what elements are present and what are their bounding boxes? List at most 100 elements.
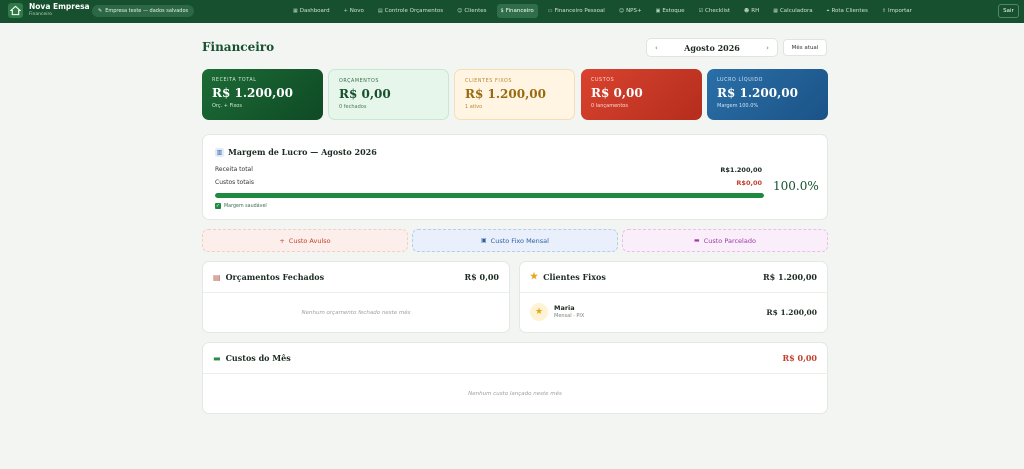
nav-label: Estoque: [662, 8, 685, 14]
stat-sub: Orç. + Fixos: [212, 103, 242, 109]
empty-message: Nenhum custo lançado neste mês: [468, 391, 562, 397]
star-icon: ★: [530, 303, 548, 321]
orcamentos-fechados-panel: ▤ Orçamentos Fechados R$ 0,00 Nenhum orç…: [202, 261, 510, 333]
box-icon: ▣: [655, 8, 661, 14]
cost-value: R$0,00: [736, 179, 762, 187]
person-icon: ☻: [744, 8, 750, 14]
upload-icon: ⇪: [881, 8, 887, 14]
panel-title-row: ▤ Orçamentos Fechados: [213, 272, 324, 282]
plus-icon: +: [343, 8, 348, 14]
check-icon: ✓: [215, 203, 221, 209]
pencil-icon: ✎: [98, 8, 103, 14]
nav-nps[interactable]: ☺ NPS+: [615, 4, 646, 18]
calculator-icon: ▦: [773, 8, 778, 14]
panel-title: Custos do Mês: [225, 353, 291, 363]
custos-do-mes-panel: ▬ Custos do Mês R$ 0,00 Nenhum custo lan…: [202, 342, 828, 414]
nav-label: Dashboard: [299, 8, 330, 14]
healthy-indicator: ✓ Margem saudável: [215, 203, 267, 209]
nav-controle-orcamentos[interactable]: ▤ Controle Orçamentos: [374, 4, 447, 18]
button-label: Custo Fixo Mensal: [490, 236, 549, 245]
money-icon: ▬: [213, 353, 221, 363]
nav-novo[interactable]: + Novo: [340, 4, 368, 18]
panel-header: ▤ Orçamentos Fechados R$ 0,00: [203, 262, 509, 293]
stat-receita-total: RECEITA TOTAL R$ 1.200,00 Orç. + Fixos: [202, 69, 323, 120]
empty-message: Nenhum orçamento fechado neste mês: [301, 310, 411, 316]
profit-margin-card: ▥ Margem de Lucro — Agosto 2026 Receita …: [202, 134, 828, 220]
nav-label: Novo: [349, 8, 364, 14]
margin-title: Margem de Lucro — Agosto 2026: [228, 147, 377, 157]
panel-total: R$ 0,00: [464, 272, 499, 282]
nav-rota-clientes[interactable]: ⌖ Rota Clientes: [823, 4, 872, 18]
client-value: R$ 1.200,00: [766, 307, 817, 317]
company-switcher[interactable]: ✎ Empresa teste — dados salvados: [92, 5, 195, 17]
panel-header: ▬ Custos do Mês R$ 0,00: [203, 343, 827, 374]
month-label: Agosto 2026: [684, 42, 740, 53]
stat-clientes-fixos: CLIENTES FIXOS R$ 1.200,00 1 ativo: [454, 69, 575, 120]
margin-title-row: ▥ Margem de Lucro — Agosto 2026: [215, 147, 377, 157]
nav-label: Controle Orçamentos: [384, 8, 444, 14]
nav-dashboard[interactable]: ▦ Dashboard: [289, 4, 334, 18]
nav-calculadora[interactable]: ▦ Calculadora: [769, 4, 816, 18]
stat-lucro-liquido: LUCRO LÍQUIDO R$ 1.200,00 Margem 100.0%: [707, 69, 828, 120]
nav-label: Clientes: [464, 8, 487, 14]
brand-section: Financeiro: [29, 11, 52, 17]
stat-sub: 0 fechados: [339, 104, 367, 110]
panel-total: R$ 1.200,00: [763, 272, 817, 282]
add-custo-avulso-button[interactable]: + Custo Avulso: [202, 229, 408, 252]
star-icon: ★: [530, 272, 539, 282]
client-name: Maria: [554, 304, 575, 313]
map-pin-icon: ⌖: [826, 8, 830, 14]
stat-sub: 0 lançamentos: [591, 103, 628, 109]
panel-title: Orçamentos Fechados: [225, 272, 325, 282]
brand-name: Nova Empresa: [29, 2, 90, 11]
stat-value: R$ 1.200,00: [212, 86, 293, 100]
revenue-value: R$1.200,00: [720, 166, 762, 174]
current-month-button[interactable]: Mês atual: [783, 39, 827, 56]
panel-title-row: ▬ Custos do Mês: [213, 353, 291, 363]
stat-custos: CUSTOS R$ 0,00 0 lançamentos: [581, 69, 702, 120]
checkbox-icon: ☑: [698, 8, 704, 14]
stat-orcamentos: ORÇAMENTOS R$ 0,00 0 fechados: [328, 69, 449, 120]
stat-value: R$ 1.200,00: [717, 86, 798, 100]
nav-label: RH: [751, 8, 760, 14]
stat-value: R$ 0,00: [339, 87, 391, 101]
users-icon: ☺: [457, 8, 463, 14]
top-navbar: Nova Empresa Financeiro ✎ Empresa teste …: [0, 0, 1024, 23]
stat-label: RECEITA TOTAL: [212, 78, 257, 83]
dollar-icon: $: [500, 8, 504, 14]
margin-percent: 100.0%: [773, 179, 819, 193]
client-text: Maria Mensal · PIX: [554, 304, 585, 319]
nav-label: Financeiro Pessoal: [554, 8, 605, 14]
add-custo-parcelado-button[interactable]: ▬ Custo Parcelado: [622, 229, 828, 252]
dashboard-icon: ▦: [293, 8, 298, 14]
stat-sub: Margem 100.0%: [717, 103, 759, 109]
company-pill-label: Empresa teste — dados salvados: [105, 8, 189, 14]
next-month-chevron-icon[interactable]: ›: [766, 44, 769, 52]
brand: Nova Empresa Financeiro: [29, 3, 90, 17]
nav-checklist[interactable]: ☑ Checklist: [695, 4, 734, 18]
stat-label: LUCRO LÍQUIDO: [717, 78, 763, 83]
panel-title-row: ★ Clientes Fixos: [530, 272, 606, 282]
panel-header: ★ Clientes Fixos R$ 1.200,00: [520, 262, 827, 293]
home-logo-icon[interactable]: [8, 3, 23, 18]
nav-label: Importar: [888, 8, 912, 14]
nav-rh[interactable]: ☻ RH: [740, 4, 763, 18]
nav-importar[interactable]: ⇪ Importar: [878, 4, 916, 18]
stat-label: CUSTOS: [591, 78, 615, 83]
nav-financeiro-pessoal[interactable]: ▭ Financeiro Pessoal: [544, 4, 609, 18]
page-title: Financeiro: [202, 40, 275, 54]
nav-clientes[interactable]: ☺ Clientes: [453, 4, 490, 18]
nav-financeiro[interactable]: $ Financeiro: [496, 4, 538, 18]
prev-month-chevron-icon[interactable]: ‹: [655, 44, 658, 52]
add-custo-fixo-button[interactable]: ▣ Custo Fixo Mensal: [412, 229, 618, 252]
panel-title: Clientes Fixos: [543, 272, 606, 282]
stat-value: R$ 1.200,00: [465, 87, 546, 101]
nav-label: Calculadora: [779, 8, 813, 14]
nav-estoque[interactable]: ▣ Estoque: [652, 4, 689, 18]
list-item[interactable]: ★ Maria Mensal · PIX R$ 1.200,00: [530, 300, 817, 324]
main-nav: ▦ Dashboard + Novo ▤ Controle Orçamentos ☺ C…: [289, 4, 916, 18]
bar-chart-icon: ▥: [215, 147, 224, 157]
logout-button[interactable]: Sair: [998, 4, 1019, 18]
client-plan: Mensal · PIX: [554, 312, 585, 319]
list-icon: ▤: [377, 8, 383, 14]
